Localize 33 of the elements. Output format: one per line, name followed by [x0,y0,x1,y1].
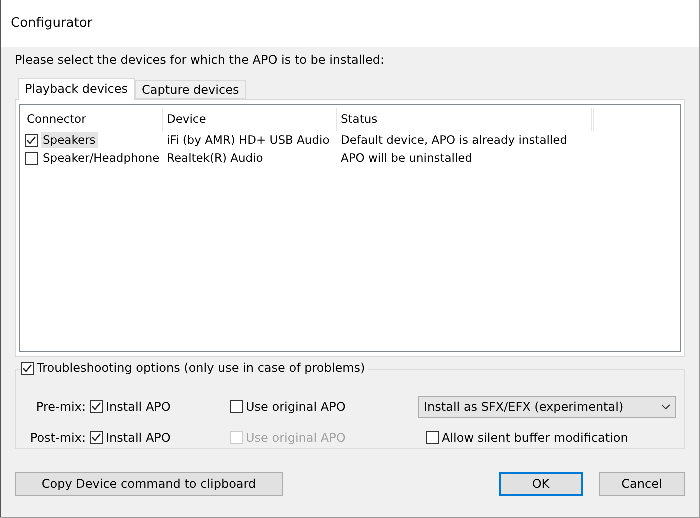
checkbox-label: Allow silent buffer modification [442,430,628,444]
checkbox[interactable] [25,134,38,146]
checkbox-label: Install APO [106,400,171,414]
chevron-down-icon [661,404,671,410]
device-cell-text: iFi (by AMR) HD+ USB Audio [166,132,331,149]
tab[interactable]: Playback devices [18,78,136,100]
column-header[interactable]: Device [163,108,337,131]
status-cell-text: APO will be uninstalled [340,150,474,167]
status-cell-text: Default device, APO is already installed [340,132,569,149]
checkbox-label: Use original APO [246,430,346,444]
device-cell-text: Realtek(R) Audio [166,150,264,167]
checkbox[interactable] [90,431,103,444]
instruction-text: Please select the devices for which the APO is to be installed: [15,53,386,67]
column-header[interactable]: Connector [23,108,163,131]
ok-button[interactable]: OK [499,472,583,496]
checkbox[interactable] [230,400,243,413]
checkbox-label: Install APO [106,430,171,444]
connector-cell[interactable]: Speakers [41,132,98,148]
mix-label: Pre-mix: [35,400,87,414]
checkbox[interactable] [21,362,34,374]
mode-dropdown[interactable]: Install as SFX/EFX (experimental) [418,396,676,418]
cancel-button[interactable]: Cancel [599,472,685,496]
checkbox-label: Troubleshooting options (only use in case of problems) [37,361,366,375]
checkbox[interactable] [90,400,103,413]
checkbox-label: Use original APO [246,400,346,414]
copy-button[interactable]: Copy Device command to clipboard [15,472,283,496]
connector-cell[interactable]: Speaker/Headphone [41,150,162,166]
checkbox[interactable] [25,152,38,164]
window-title: Configurator [11,16,93,31]
tab[interactable]: Capture devices [135,80,246,99]
mix-label: Post-mix: [29,430,87,444]
checkbox[interactable] [426,431,439,444]
column-header[interactable]: Status [337,108,592,131]
